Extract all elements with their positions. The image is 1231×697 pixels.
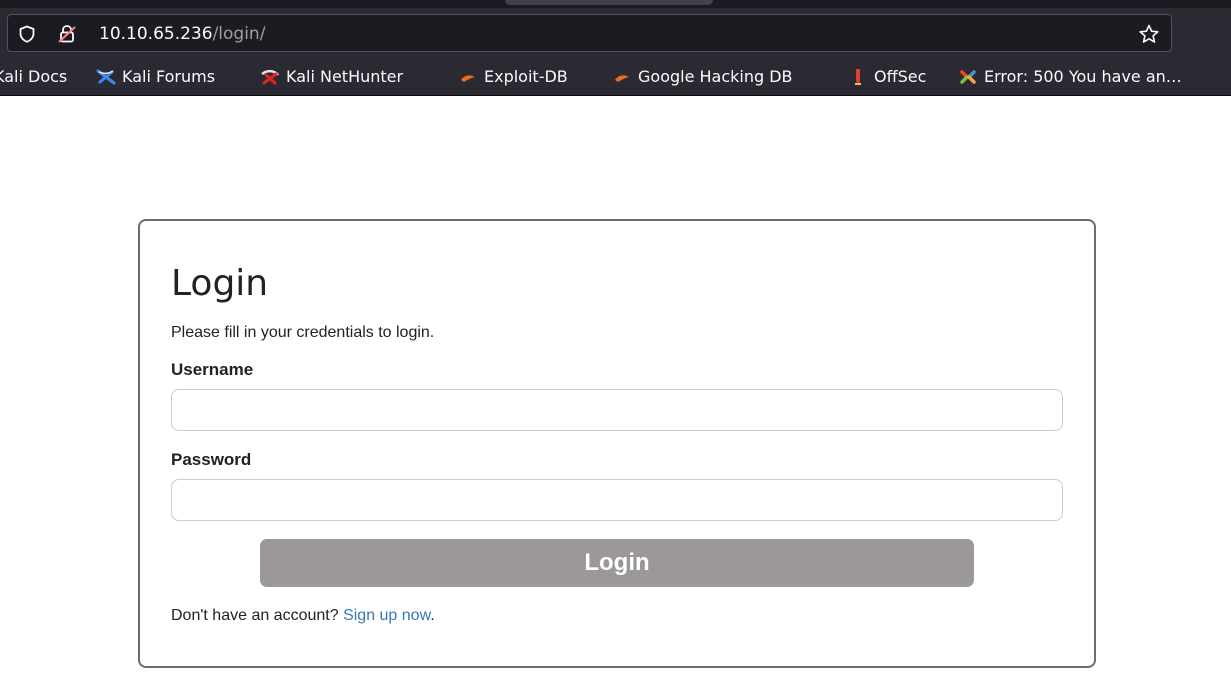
- bookmark-label: Kali Docs: [0, 67, 68, 86]
- login-instructions: Please fill in your credentials to login…: [171, 324, 435, 341]
- bookmark-star-icon[interactable]: [1138, 23, 1160, 45]
- bookmark-kali-forums[interactable]: Kali Forums: [96, 60, 215, 94]
- google-hacking-db-icon: [615, 75, 629, 82]
- active-tab-edge[interactable]: [505, 0, 713, 5]
- joomla-icon: [960, 70, 976, 84]
- bookmark-label: Kali NetHunter: [286, 67, 404, 86]
- kali-forums-icon: [96, 69, 116, 85]
- password-input[interactable]: [171, 479, 1063, 521]
- bookmark-label: Error: 500 You have an…: [984, 67, 1182, 86]
- bookmark-offsec[interactable]: OffSec: [848, 60, 926, 94]
- page-title: Login: [171, 263, 269, 304]
- bookmark-google-hacking-db[interactable]: Google Hacking DB: [612, 60, 793, 94]
- bookmarks-toolbar: Kali Docs Kali Forums Kali NetHunter Exp…: [0, 60, 1231, 96]
- offsec-icon: [855, 69, 861, 85]
- username-label: Username: [171, 360, 254, 379]
- bookmark-kali-nethunter[interactable]: Kali NetHunter: [260, 60, 403, 94]
- url-text[interactable]: 10.10.65.236/login/: [99, 22, 265, 46]
- url-host: 10.10.65.236: [99, 24, 213, 44]
- bookmark-label: Exploit-DB: [484, 67, 568, 86]
- bookmark-label: OffSec: [874, 67, 927, 86]
- bookmark-error-500[interactable]: Error: 500 You have an…: [958, 60, 1182, 94]
- kali-nethunter-icon: [261, 69, 279, 85]
- password-label: Password: [171, 450, 252, 469]
- bookmark-label: Google Hacking DB: [638, 67, 793, 86]
- exploit-db-icon: [461, 75, 475, 82]
- url-path: /login/: [212, 24, 266, 44]
- tracking-protection-shield-icon[interactable]: [18, 25, 36, 43]
- bookmark-exploit-db[interactable]: Exploit-DB: [458, 60, 568, 94]
- username-input[interactable]: [171, 389, 1063, 431]
- login-card: [138, 219, 1096, 668]
- signup-suffix-text: .: [430, 607, 435, 624]
- signup-prefix-text: Don't have an account?: [171, 607, 344, 624]
- insecure-connection-lock-icon[interactable]: [57, 24, 77, 44]
- bookmark-kali-docs[interactable]: Kali Docs: [0, 60, 67, 94]
- signup-link[interactable]: Sign up now: [343, 607, 430, 624]
- bookmark-label: Kali Forums: [122, 67, 216, 86]
- login-button[interactable]: Login: [260, 539, 974, 587]
- signup-prompt: Don't have an account? Sign up now.: [171, 605, 435, 627]
